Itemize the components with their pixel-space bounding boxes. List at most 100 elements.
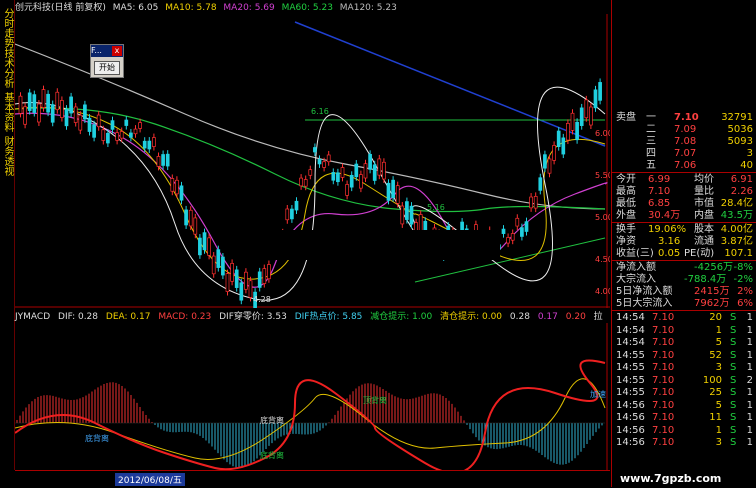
- ask-level-1: 卖盘 一 7.10 32791: [612, 112, 756, 124]
- candle-body: [152, 137, 156, 147]
- macd-chart[interactable]: 底背离 底背离 底背离 顶背离 加速: [15, 323, 610, 470]
- stat-value: 19.06%: [648, 224, 687, 235]
- ask-volume: 32791: [721, 112, 753, 123]
- axis-tick-5: 4.00: [595, 287, 610, 296]
- candle-body: [50, 104, 55, 123]
- tick-n: 1: [746, 437, 753, 448]
- ask-volume: 5036: [727, 124, 753, 135]
- stat-label: 外盘: [616, 210, 636, 221]
- candle-body: [221, 256, 225, 276]
- macd-dif-cross: DIF穿零价: 3.53: [219, 312, 287, 322]
- tick-p: 7.10: [652, 349, 675, 361]
- candle-body: [230, 263, 234, 282]
- stat-value: 7.10: [648, 186, 671, 197]
- candle-body: [386, 182, 391, 201]
- stat-label: 最低: [616, 198, 636, 209]
- candle-body: [184, 209, 188, 226]
- axis-tick-2: 5.50: [595, 171, 610, 180]
- tab-technical[interactable]: 技术分析: [0, 48, 14, 88]
- tab-financial[interactable]: 财务透视: [0, 136, 14, 176]
- candle-body: [317, 158, 322, 165]
- stat-label: 市值: [694, 198, 714, 209]
- candle-body: [37, 103, 41, 123]
- candle-body: [570, 112, 575, 131]
- candle-body: [418, 214, 423, 233]
- candle-body: [23, 106, 27, 125]
- stat-label: 股本: [694, 224, 714, 235]
- tab-profile[interactable]: 基本资料: [0, 92, 14, 132]
- tick-v: 11: [709, 412, 722, 423]
- tick-v: 25: [709, 387, 722, 398]
- date-marker: 2012/06/08/五: [115, 473, 185, 486]
- candle-body: [510, 233, 515, 241]
- candle-body: [234, 269, 239, 288]
- ask-level-name: 三: [646, 136, 656, 147]
- candle-body: [349, 174, 354, 188]
- stat-row: 净资 3.16 流通 3.87亿: [612, 236, 756, 248]
- tick-s: S: [730, 337, 737, 348]
- tick-v: 1: [715, 424, 722, 436]
- ask-price: 7.08: [674, 136, 697, 147]
- flow-row: 净流入额 -4256万 -8%: [612, 262, 756, 274]
- candle-body: [211, 255, 216, 275]
- ma10-value: MA10: 5.78: [165, 3, 217, 13]
- candle-body: [400, 205, 405, 225]
- macd-histogram: [16, 382, 603, 468]
- flow-row: 5日大宗流入 7962万 6%: [612, 298, 756, 310]
- start-button[interactable]: 开始: [94, 61, 120, 75]
- candle-body: [101, 129, 106, 141]
- candle-body: [78, 114, 83, 131]
- candle-body: [533, 196, 538, 209]
- ask-level-4: 四 7.07 3: [612, 148, 756, 160]
- stat-value: 6.91: [730, 174, 753, 185]
- flow-value: -788.4万: [684, 274, 727, 285]
- candle-body: [170, 178, 175, 192]
- flow-row: 5日净流入额 2415万 2%: [612, 286, 756, 298]
- candle-body: [506, 237, 510, 244]
- tick-n: 1: [746, 349, 753, 361]
- stat-value: 43.5万: [720, 210, 753, 221]
- flow-pct: -8%: [733, 262, 753, 273]
- candle-body: [106, 132, 110, 144]
- tick-n: 1: [746, 362, 753, 373]
- annotation-1: 底背离: [85, 433, 109, 443]
- stat-value: 6.99: [648, 174, 671, 185]
- tick-s: S: [730, 312, 737, 323]
- candle-body: [308, 169, 313, 176]
- candle-body: [115, 132, 119, 141]
- stat-value: 4.00亿: [720, 224, 753, 235]
- candle-body: [92, 124, 96, 138]
- tick-p: 7.10: [652, 374, 675, 386]
- tab-intraday[interactable]: 分时走势: [0, 8, 14, 48]
- tick-v: 52: [709, 349, 722, 361]
- annotation-0: 顶背离: [363, 395, 387, 405]
- date-axis: 2012/06/08/五: [15, 470, 610, 488]
- tick-s: S: [730, 362, 737, 373]
- candle-body: [83, 104, 87, 120]
- candle-body: [543, 154, 547, 169]
- stat-label: 今开: [616, 174, 636, 185]
- candle-body: [142, 140, 147, 149]
- tick-t: 14:54: [616, 324, 645, 336]
- macd-v2: 0.17: [537, 312, 558, 322]
- candle-body: [87, 117, 92, 132]
- candle-body: [547, 158, 552, 174]
- candle-body: [575, 121, 579, 141]
- candle-body: [598, 82, 602, 101]
- close-icon[interactable]: x: [112, 46, 122, 56]
- candle-body: [593, 89, 598, 109]
- candle-body: [294, 200, 299, 211]
- tick-row: 14:54 7.10 20 S 1: [612, 312, 756, 324]
- tick-v: 5: [715, 337, 722, 348]
- candle-body: [55, 91, 60, 111]
- macd-name: JYMACD: [15, 312, 51, 322]
- candle-body: [248, 280, 253, 298]
- macd-reduce: 减仓提示: 1.00: [370, 312, 433, 322]
- tick-t: 14:56: [616, 412, 645, 423]
- candle-body: [552, 145, 556, 161]
- candle-body: [372, 164, 377, 181]
- macd-dif-hot: DIF热点价: 5.85: [294, 312, 363, 322]
- candle-body: [515, 217, 520, 227]
- candle-body: [225, 273, 230, 292]
- candle-body: [299, 177, 303, 187]
